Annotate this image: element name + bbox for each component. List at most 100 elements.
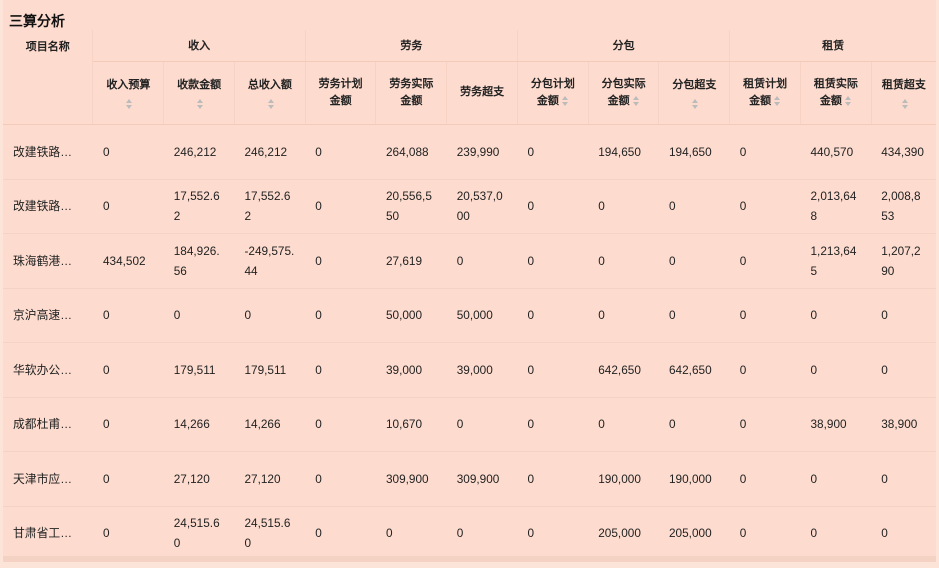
sort-icon[interactable] [267, 99, 275, 110]
cell-subcontract-actual: 205,000 [588, 506, 659, 561]
table-row[interactable]: 改建铁路… 0 246,212 246,212 0 264,088 239,990 0 194,… [3, 124, 936, 180]
table-row[interactable]: 成都杜甫… 0 14,266 14,266 0 10,670 0 0 0 0 0 38,900 38,9… [3, 397, 936, 452]
sort-icon[interactable] [197, 99, 204, 110]
cell-received-amount: 0 [163, 288, 235, 343]
cell-income-budget: 0 [92, 397, 164, 452]
column-header-lease-overrun[interactable]: 租赁超支 [871, 61, 936, 125]
column-header-total-income[interactable]: 总收入额 [234, 61, 306, 125]
column-header-lease-plan[interactable]: 租赁计划金额 [729, 61, 801, 125]
table-row[interactable]: 改建铁路… 0 17,552.62 17,552.62 0 20,556,550 20,53… [3, 179, 936, 234]
cell-labor-overrun: 0 [446, 233, 518, 289]
cell-labor-actual: 20,556,550 [375, 179, 447, 234]
project-name-cell[interactable]: 改建铁路… [3, 124, 93, 180]
cell-labor-actual: 39,000 [375, 342, 447, 398]
cell-labor-overrun: 0 [446, 506, 518, 561]
cell-income-budget: 0 [92, 288, 164, 343]
cell-lease-overrun: 434,390 [871, 124, 936, 180]
cell-total-income: 246,212 [234, 124, 306, 180]
cell-labor-plan: 0 [305, 451, 376, 507]
analysis-table: 项目名称 收入 劳务 分包 租赁 收入预算 收款金额 总收入额 劳务计划金额 劳务实际金… [3, 30, 936, 561]
cell-subcontract-actual: 0 [588, 397, 659, 452]
cell-total-income: 27,120 [234, 451, 306, 507]
table-row[interactable]: 珠海鹤港… 434,502 184,926.56 -249,575.44 0 27,619… [3, 233, 936, 289]
cell-labor-plan: 0 [305, 179, 376, 234]
cell-subcontract-plan: 0 [517, 288, 589, 343]
column-header-label: 劳务实际金额 [389, 77, 434, 107]
column-header-income-budget[interactable]: 收入预算 [92, 61, 165, 125]
sort-icon[interactable] [561, 95, 569, 106]
cell-received-amount: 179,511 [163, 342, 235, 398]
sort-icon[interactable] [901, 99, 909, 110]
column-header-lease-actual[interactable]: 租赁实际金额 [800, 61, 872, 125]
cell-subcontract-actual: 0 [588, 179, 659, 234]
sort-control[interactable] [103, 96, 153, 110]
sort-icon[interactable] [126, 99, 133, 110]
cell-lease-plan: 0 [729, 124, 801, 180]
cell-lease-plan: 0 [729, 233, 801, 289]
cell-lease-plan: 0 [729, 506, 801, 561]
cell-lease-plan: 0 [729, 288, 801, 343]
project-name-cell[interactable]: 成都杜甫… [3, 397, 93, 452]
cell-lease-actual: 1,213,645 [800, 233, 872, 289]
cell-total-income: 14,266 [234, 397, 306, 452]
cell-labor-plan: 0 [305, 288, 376, 343]
group-header-lease: 租赁 [729, 30, 936, 62]
column-header-labor-overrun: 劳务超支 [446, 61, 518, 125]
cell-total-income: 179,511 [234, 342, 306, 398]
sort-control[interactable] [669, 96, 719, 110]
cell-labor-overrun: 39,000 [446, 342, 518, 398]
project-name-cell[interactable]: 珠海鹤港… [3, 233, 93, 289]
cell-income-budget: 0 [92, 451, 164, 507]
cell-total-income: 24,515.60 [234, 506, 306, 561]
column-header-subcontract-plan[interactable]: 分包计划金额 [517, 61, 589, 125]
sort-control[interactable] [882, 96, 926, 110]
project-name-cell[interactable]: 改建铁路… [3, 179, 93, 234]
project-name-cell[interactable]: 天津市应… [3, 451, 93, 507]
cell-labor-plan: 0 [305, 124, 376, 180]
cell-lease-plan: 0 [729, 397, 801, 452]
cell-income-budget: 0 [92, 342, 164, 398]
sort-icon[interactable] [844, 95, 852, 106]
cell-subcontract-plan: 0 [517, 451, 589, 507]
cell-subcontract-overrun: 205,000 [658, 506, 730, 561]
cell-subcontract-plan: 0 [517, 179, 589, 234]
column-header-subcontract-overrun[interactable]: 分包超支 [658, 61, 731, 125]
table-row[interactable]: 天津市应… 0 27,120 27,120 0 309,900 309,900 0 190,00… [3, 451, 936, 507]
cell-received-amount: 27,120 [163, 451, 235, 507]
cell-labor-plan: 0 [305, 397, 376, 452]
cell-income-budget: 0 [92, 179, 164, 234]
cell-lease-actual: 0 [800, 451, 872, 507]
column-header-subcontract-actual[interactable]: 分包实际金额 [588, 61, 660, 125]
cell-labor-plan: 0 [305, 233, 376, 289]
cell-lease-overrun: 2,008,853 [871, 179, 936, 234]
column-header-labor-actual: 劳务实际金额 [375, 61, 448, 125]
sort-icon[interactable] [692, 99, 699, 110]
sort-icon[interactable] [632, 95, 640, 106]
column-header-label: 劳务计划金额 [318, 77, 363, 107]
table-row[interactable]: 京沪高速… 0 0 0 0 50,000 50,000 0 0 0 0 0 0 [3, 288, 936, 343]
cell-lease-actual: 0 [800, 288, 872, 343]
column-header-label: 收入预算 [106, 79, 151, 91]
column-header-received-amount[interactable]: 收款金额 [163, 61, 235, 125]
sort-control[interactable] [174, 96, 224, 110]
cell-labor-actual: 10,670 [375, 397, 447, 452]
project-name-cell[interactable]: 京沪高速… [3, 288, 93, 343]
project-name-cell[interactable]: 甘肃省工… [3, 506, 93, 561]
cell-total-income: 17,552.62 [234, 179, 306, 234]
sort-control[interactable] [245, 96, 295, 110]
cell-received-amount: 246,212 [163, 124, 235, 180]
cell-subcontract-actual: 194,650 [588, 124, 659, 180]
cell-lease-overrun: 0 [871, 288, 936, 343]
column-header-label: 租赁超支 [881, 79, 926, 91]
table-row[interactable]: 华软办公… 0 179,511 179,511 0 39,000 39,000 0 642,65… [3, 342, 936, 398]
table-row[interactable]: 甘肃省工… 0 24,515.60 24,515.60 0 0 0 0 205,000 205,0… [3, 506, 936, 561]
cell-subcontract-overrun: 642,650 [658, 342, 730, 398]
column-header-labor-plan: 劳务计划金额 [305, 61, 377, 125]
group-header-labor: 劳务 [305, 30, 518, 62]
sort-icon[interactable] [774, 95, 781, 106]
cell-subcontract-overrun: 194,650 [658, 124, 730, 180]
project-name-cell[interactable]: 华软办公… [3, 342, 93, 398]
cell-subcontract-overrun: 0 [658, 397, 730, 452]
cell-labor-overrun: 20,537,000 [446, 179, 518, 234]
cell-lease-plan: 0 [729, 451, 801, 507]
